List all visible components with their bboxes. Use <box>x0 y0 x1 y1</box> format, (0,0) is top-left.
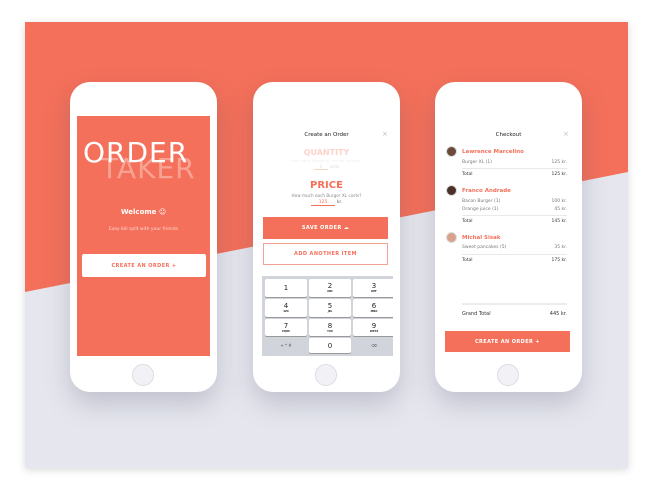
key-letters: JKL <box>327 310 333 314</box>
avatar <box>446 185 457 196</box>
item-name: Orange juice (1) <box>462 207 499 212</box>
item-row: Sweet pancakes (5) 35 kr. <box>462 245 567 250</box>
key-digit: ⌫ <box>371 343 377 349</box>
save-order-button[interactable]: SAVE ORDER ☁ <box>263 217 388 239</box>
keypad-key[interactable]: 6 MNO <box>353 298 393 317</box>
keypad-key[interactable]: 1 <box>265 279 307 297</box>
avatar <box>446 232 457 243</box>
phone-welcome: TAKER ORDER Welcome ☺ Easy bill split wi… <box>70 82 217 392</box>
add-another-item-button[interactable]: ADD ANOTHER ITEM <box>263 243 388 265</box>
item-name: Sweet pancakes (5) <box>462 245 507 250</box>
key-letters: WXYZ <box>369 329 379 333</box>
keypad-key[interactable]: 9 WXYZ <box>353 318 393 337</box>
grand-total-row: Grand Total 445 kr. <box>462 303 567 317</box>
item-name: Burger XL (1) <box>462 160 493 165</box>
home-button[interactable] <box>132 364 154 386</box>
total-label: Total <box>462 258 473 263</box>
checkout-screen: Checkout × Lawrence Marcelino Burger XL (… <box>442 116 575 356</box>
key-digit: 1 <box>283 283 289 292</box>
total-label: Total <box>462 172 473 177</box>
keypad-key[interactable]: + * # <box>265 338 307 353</box>
key-letters: PQRS <box>282 329 290 333</box>
create-order-button[interactable]: CREATE AN ORDER + <box>445 331 570 352</box>
quantity-input[interactable]: 1 <box>313 164 329 170</box>
screen-title: Create an Order <box>304 132 349 138</box>
item-row: Burger XL (1) 125 kr. <box>462 160 567 165</box>
keypad-key[interactable]: 2 ABC <box>309 279 351 297</box>
key-digit: 6 <box>371 302 377 311</box>
key-digit: 5 <box>327 302 333 311</box>
create-order-screen: Create an Order × QUANTITY How many Burg… <box>260 116 393 356</box>
key-letters: GHI <box>283 310 289 314</box>
key-digit: + * # <box>280 343 292 349</box>
key-letters: ABC <box>327 290 333 294</box>
item-name: Bacon Burger (1) <box>462 199 501 204</box>
item-row: Orange juice (1) 45 kr. <box>462 207 567 212</box>
keypad-key[interactable]: 8 TUV <box>309 318 351 337</box>
key-digit: 8 <box>327 321 333 330</box>
total-label: Total <box>462 219 473 224</box>
person-name: Franco Andrade <box>462 188 511 194</box>
quantity-unit: units <box>329 164 340 169</box>
welcome-screen: TAKER ORDER Welcome ☺ Easy bill split wi… <box>77 116 210 356</box>
person-total-row: Total 125 kr. <box>462 168 567 177</box>
welcome-heading: Welcome ☺ <box>120 208 167 216</box>
quantity-question: How many Burger XL will be ordered? <box>290 158 363 163</box>
keypad-key[interactable]: ⌫ <box>353 338 393 353</box>
price-label: PRICE <box>310 180 343 191</box>
person-name: Michal Sisak <box>462 235 501 241</box>
avatar <box>446 146 457 157</box>
grand-total-value: 445 kr. <box>549 311 567 317</box>
keypad-key[interactable]: 4 GHI <box>265 298 307 317</box>
item-price: 100 kr. <box>551 199 568 204</box>
home-button[interactable] <box>315 364 337 386</box>
home-button[interactable] <box>497 364 519 386</box>
keypad-key[interactable]: 7 PQRS <box>265 318 307 337</box>
key-digit: 7 <box>283 321 289 330</box>
key-letters: DEF <box>371 290 377 294</box>
person-name: Lawrence Marcelino <box>462 149 524 155</box>
total-value: 145 kr. <box>551 219 568 224</box>
item-price: 125 kr. <box>551 160 568 165</box>
keypad-key[interactable]: 3 DEF <box>353 279 393 297</box>
price-unit: kr. <box>336 200 343 205</box>
screen-title: Checkout <box>495 132 522 138</box>
item-row: Bacon Burger (1) 100 kr. <box>462 199 567 204</box>
keypad-key[interactable]: 0 <box>309 338 351 353</box>
phone-create-order: Create an Order × QUANTITY How many Burg… <box>253 82 400 392</box>
item-price: 35 kr. <box>554 245 567 250</box>
keypad-key[interactable]: 5 JKL <box>309 298 351 317</box>
key-digit: 4 <box>283 302 289 311</box>
numeric-keypad: 1 2 ABC 3 DEF 4 GHI 5 JKL 6 MNO 7 PQRS 8 TUV 9 WXYZ + * #… <box>262 276 393 356</box>
price-input[interactable]: 125 <box>310 200 336 206</box>
key-letters: TUV <box>327 329 333 333</box>
quantity-label: QUANTITY <box>303 148 350 157</box>
item-price: 45 kr. <box>554 207 567 212</box>
close-icon[interactable]: × <box>563 130 569 138</box>
key-letters: MNO <box>370 310 378 314</box>
total-value: 125 kr. <box>551 172 568 177</box>
total-value: 175 kr. <box>551 258 568 263</box>
welcome-subtitle: Easy bill split with your friends <box>108 227 178 232</box>
price-question: How much each Burger XL costs? <box>291 193 362 198</box>
create-order-button[interactable]: CREATE AN ORDER + <box>82 254 206 277</box>
key-digit: 0 <box>327 341 333 350</box>
grand-total-label: Grand Total <box>462 311 491 317</box>
phone-checkout: Checkout × Lawrence Marcelino Burger XL (… <box>435 82 582 392</box>
logo-order: ORDER <box>83 136 189 169</box>
key-digit: 9 <box>371 321 377 330</box>
person-total-row: Total 175 kr. <box>462 254 567 263</box>
close-icon[interactable]: × <box>382 130 388 138</box>
person-total-row: Total 145 kr. <box>462 215 567 224</box>
